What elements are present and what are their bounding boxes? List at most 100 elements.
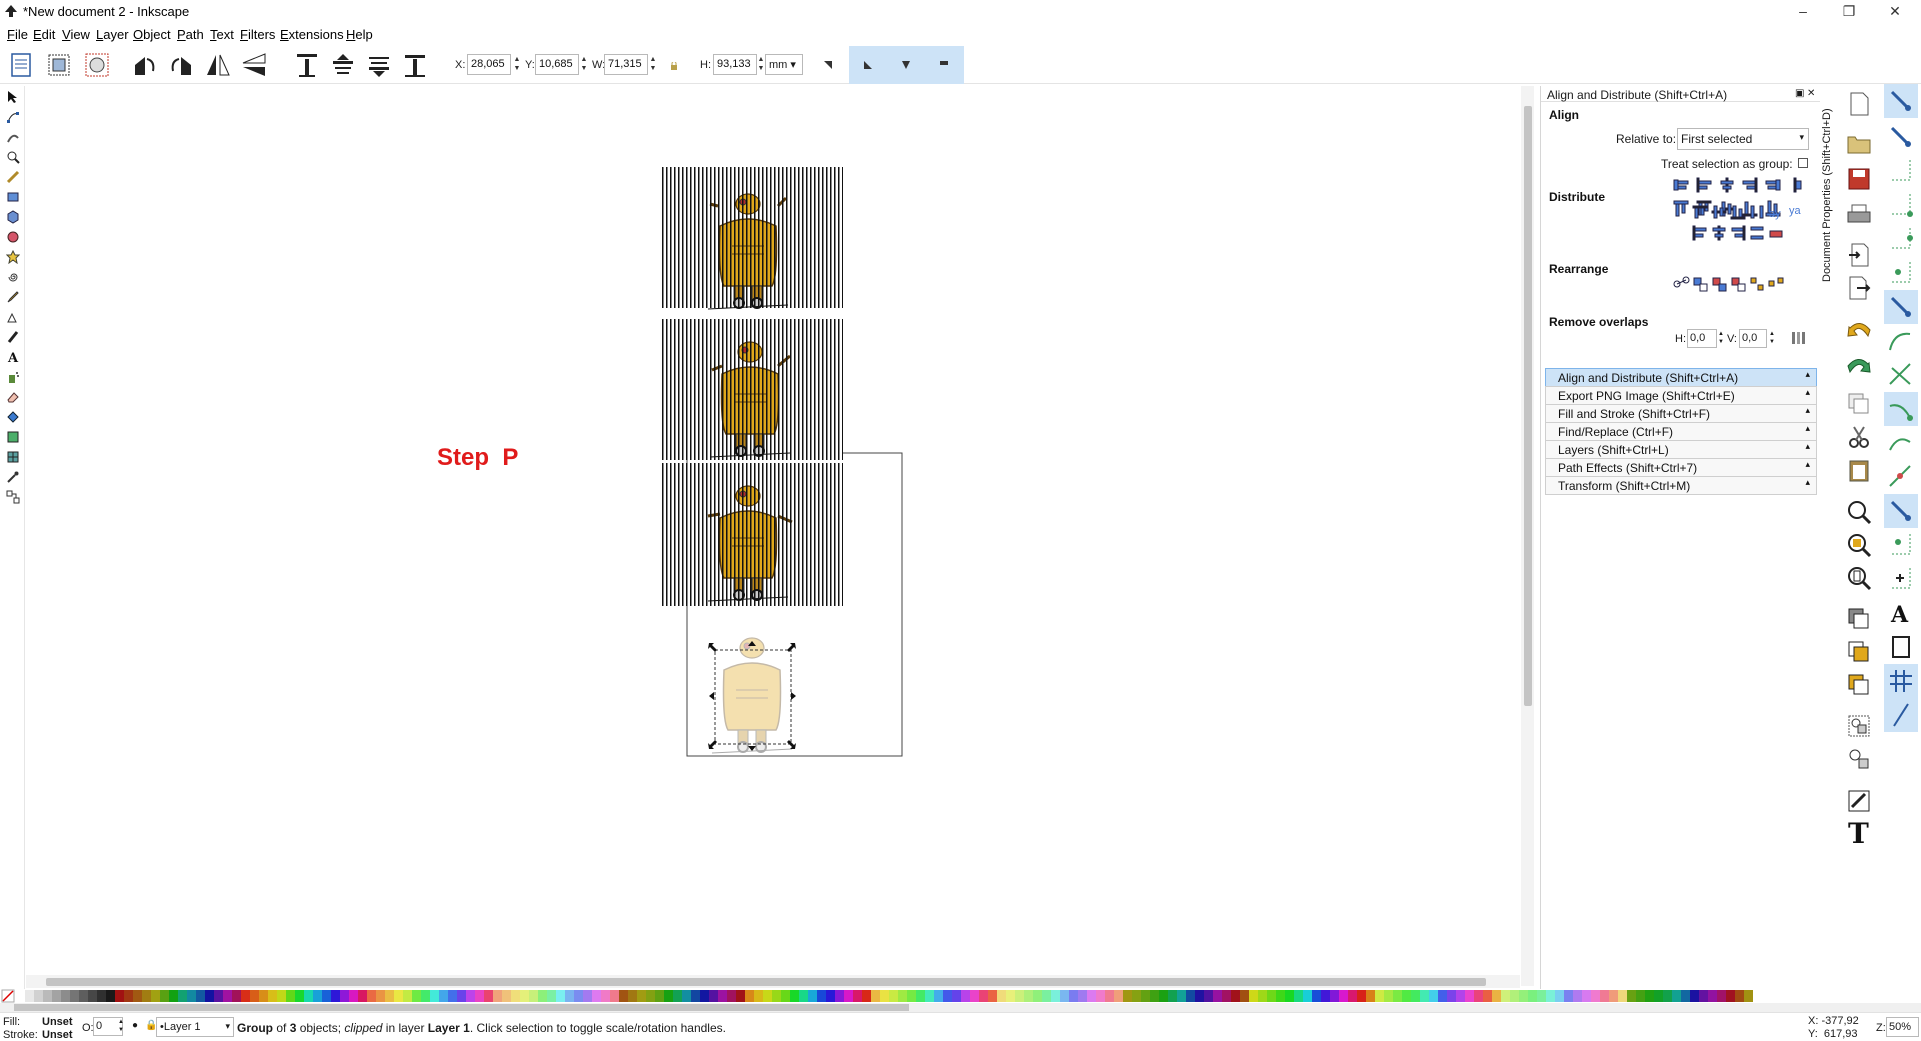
menu-object[interactable]: Object [133,27,171,42]
treat-as-group-checkbox[interactable] [1798,158,1808,168]
star-tool-icon[interactable] [4,248,21,265]
snap-cusp-nodes-icon[interactable] [1884,392,1918,426]
snap-path-intersections-icon[interactable] [1884,358,1918,392]
menu-text[interactable]: Text [210,27,234,42]
duplicate-icon[interactable] [1843,388,1875,420]
selector-tool-icon[interactable] [4,88,21,105]
rotate-ccw-icon[interactable] [129,50,161,80]
menu-layer[interactable]: Layer [96,27,129,42]
eraser-tool-icon[interactable] [4,388,21,405]
menu-extensions[interactable]: Extensions [280,27,344,42]
move-gradients-icon[interactable] [890,50,922,80]
menu-filters[interactable]: Filters [240,27,275,42]
menu-help[interactable]: Help [346,27,373,42]
step-text[interactable]: Step P [437,444,518,472]
paint-bucket-tool-icon[interactable] [4,408,21,425]
palette-scroll-thumb[interactable] [14,1004,909,1011]
overlap-h-spin[interactable]: ▲ ▼ [1718,330,1724,346]
snap-bbox-midpoints-icon[interactable] [1884,222,1918,256]
save-icon[interactable] [1843,163,1875,195]
scale-corners-icon[interactable] [852,50,884,80]
menu-edit[interactable]: Edit [33,27,55,42]
color-palette[interactable] [0,989,1921,1003]
fill-value[interactable]: Unset [42,1016,73,1028]
zoom-input[interactable]: 50% [1886,1017,1919,1037]
zoom-tool-icon[interactable] [4,148,21,165]
3dbox-tool-icon[interactable] [4,208,21,225]
zoom-selection-icon[interactable] [1843,496,1875,528]
snap-enable-icon[interactable] [1884,84,1918,118]
y-input[interactable]: 10,685 [535,54,579,75]
relative-to-select[interactable]: First selected ▾ [1677,128,1809,150]
snap-line-midpoints-icon[interactable] [1884,460,1918,494]
undo-icon[interactable] [1843,313,1875,345]
overlap-v-spin[interactable]: ▲ ▼ [1769,330,1775,346]
paste-icon[interactable] [1843,454,1875,486]
raise-icon[interactable] [327,50,359,80]
document-properties-tab[interactable]: Document Properties (Shift+Ctrl+D) [1820,86,1837,286]
open-folder-icon[interactable] [1843,128,1875,160]
select-original-icon[interactable] [1843,669,1875,701]
calligraphy-tool-icon[interactable] [4,328,21,345]
text-tool-icon[interactable]: A [4,348,21,365]
h-spin-arrows[interactable]: ▲ ▼ [757,55,765,74]
menu-path[interactable]: Path [177,27,204,42]
snap-bbox-centers-icon[interactable] [1884,256,1918,290]
maximize-button[interactable]: ❐ [1826,0,1872,23]
snap-smooth-nodes-icon[interactable] [1884,426,1918,460]
node-tool-icon[interactable] [4,108,21,125]
panel-tab-path-effects[interactable]: Path Effects (Shift+Ctrl+7) ▴ [1545,458,1817,477]
h-input[interactable]: 93,133 [713,54,757,75]
text-font-icon[interactable]: T [1843,816,1875,848]
measure-tool-icon[interactable] [4,168,21,185]
snap-guides-icon[interactable] [1884,698,1918,732]
snap-rotation-centers-icon[interactable] [1884,562,1918,596]
scale-stroke-icon[interactable] [812,50,844,80]
clone-icon[interactable] [1843,603,1875,635]
unlink-clone-icon[interactable] [1843,636,1875,668]
rect-tool-icon[interactable] [4,188,21,205]
palette-scrollbar[interactable] [0,1003,1921,1012]
move-patterns-icon[interactable] [928,50,960,80]
snap-text-baseline-icon[interactable]: A [1884,596,1918,630]
export-icon[interactable] [1843,272,1875,304]
panel-tab-transform[interactable]: Transform (Shift+Ctrl+M) ▴ [1545,476,1817,495]
new-document-icon[interactable] [1843,88,1875,120]
import-icon[interactable] [1843,239,1875,271]
overlap-v-input[interactable]: 0,0 [1739,329,1767,348]
panel-tab-export[interactable]: Export PNG Image (Shift+Ctrl+E) ▴ [1545,386,1817,405]
zoom-drawing-icon[interactable] [1843,529,1875,561]
stroke-value[interactable]: Unset [42,1029,73,1041]
snap-nodes-icon[interactable] [1884,290,1918,324]
snap-others-icon[interactable] [1884,494,1918,528]
mesh-tool-icon[interactable] [4,448,21,465]
menu-file[interactable]: File [7,27,28,42]
raise-to-top-icon[interactable] [291,50,323,80]
spiral-tool-icon[interactable] [4,268,21,285]
w-spin-arrows[interactable]: ▲ ▼ [649,55,657,74]
vertical-scrollbar[interactable] [1521,86,1534,986]
ungroup-icon[interactable] [1843,743,1875,775]
pencil-tool-icon[interactable] [4,288,21,305]
redo-icon[interactable] [1843,349,1875,381]
snap-bbox-icon[interactable] [1884,120,1918,154]
vertical-scroll-thumb[interactable] [1524,106,1532,706]
menu-view[interactable]: View [62,27,90,42]
opacity-spin[interactable]: ▲ ▼ [118,1018,124,1034]
select-all-layers-icon[interactable] [43,50,75,80]
ellipse-tool-icon[interactable] [4,228,21,245]
dropper-tool-icon[interactable] [4,468,21,485]
tweak-tool-icon[interactable] [4,128,21,145]
close-button[interactable]: ✕ [1872,0,1918,23]
horizontal-scrollbar[interactable] [26,975,1520,988]
overlap-h-input[interactable]: 0,0 [1687,329,1717,348]
lower-icon[interactable] [363,50,395,80]
cut-icon[interactable] [1843,421,1875,453]
gradient-tool-icon[interactable] [4,428,21,445]
xml-editor-icon[interactable] [1843,785,1875,817]
snap-bbox-corners-icon[interactable] [1884,188,1918,222]
snap-object-centers-icon[interactable] [1884,528,1918,562]
remove-overlaps-icon[interactable] [1791,330,1807,346]
minimize-button[interactable]: – [1780,0,1826,23]
connector-tool-icon[interactable] [4,488,21,505]
